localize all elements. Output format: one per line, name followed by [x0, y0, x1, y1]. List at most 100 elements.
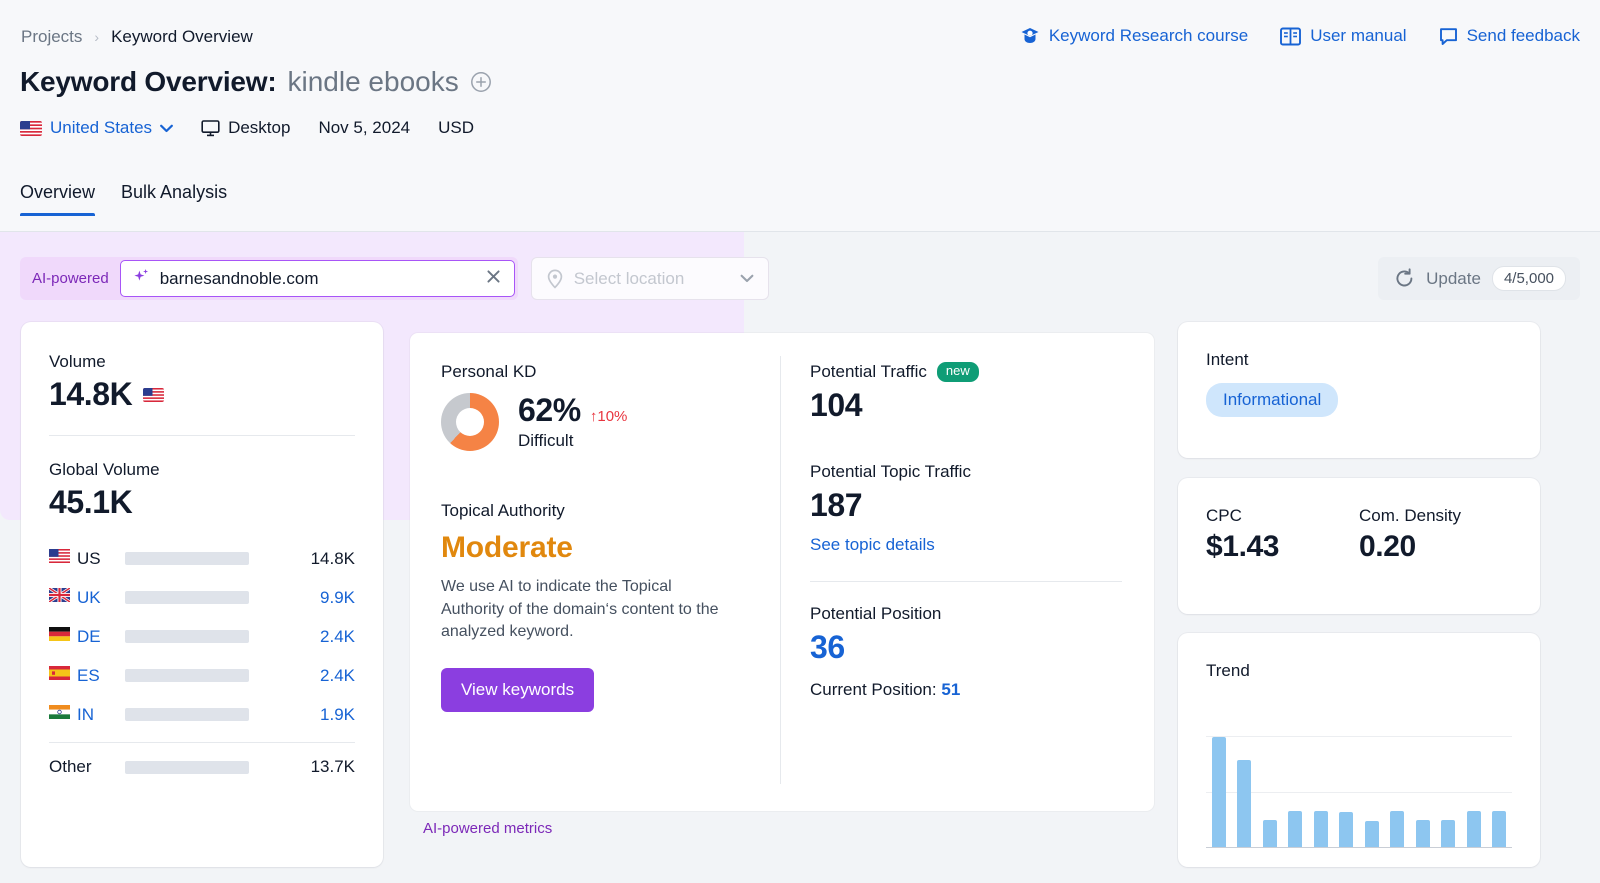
breadcrumb-projects[interactable]: Projects [21, 27, 82, 47]
domain-input[interactable]: barnesandnoble.com [119, 260, 515, 297]
keyword-research-course-label: Keyword Research course [1048, 26, 1249, 45]
volume-divider [49, 435, 355, 436]
potential-traffic-label-row: Potential Traffic new [810, 362, 1122, 382]
intent-badge[interactable]: Informational [1206, 383, 1339, 417]
monitor-icon [201, 119, 220, 136]
trend-bar-slot[interactable] [1359, 820, 1385, 847]
location-select[interactable]: Select location [530, 257, 769, 300]
com-density-value: 0.20 [1359, 530, 1416, 563]
country-code: IN [77, 704, 94, 724]
user-manual-link[interactable]: User manual [1280, 26, 1407, 46]
sparkle-icon [133, 268, 150, 290]
potential-position-value: 36 [810, 629, 845, 665]
trend-bar-slot[interactable] [1232, 760, 1258, 847]
table-row-other: Other 13.7K [49, 745, 355, 789]
density-block: Com. Density 0.20 [1359, 506, 1512, 564]
intent-card: Intent Informational [1178, 322, 1540, 458]
tab-bar: Overview Bulk Analysis [20, 182, 227, 216]
table-row[interactable]: ES 2.4K [49, 656, 355, 695]
plus-circle-icon[interactable] [470, 71, 492, 93]
cpc-block: CPC $1.43 [1206, 506, 1359, 564]
trend-bar-slot[interactable] [1308, 810, 1334, 847]
current-position-label: Current Position: [810, 680, 937, 699]
country-bar-track [125, 708, 249, 721]
trend-bar [1364, 820, 1379, 847]
in-flag-icon [49, 705, 77, 724]
ai-powered-metrics-footer: AI-powered metrics [423, 820, 553, 837]
volume-value-row: 14.8K [49, 376, 355, 413]
country-code: DE [77, 626, 101, 646]
de-flag-icon [49, 627, 77, 646]
trend-bar-slot[interactable] [1410, 819, 1436, 847]
currency-label: USD [438, 118, 475, 137]
trend-axis [1206, 847, 1512, 848]
country-value: 9.9K [320, 587, 355, 607]
trend-bar-slot[interactable] [1385, 810, 1411, 847]
trend-bar [1466, 810, 1481, 847]
trend-bar-slot[interactable] [1257, 819, 1283, 847]
meta-bar: United States Desktop Nov 5, 2024 USD [20, 118, 474, 138]
map-pin-icon [547, 269, 562, 289]
cpc-density-card: CPC $1.43 Com. Density 0.20 [1178, 478, 1540, 614]
trend-bar-slot[interactable] [1436, 819, 1462, 847]
close-icon[interactable] [485, 268, 502, 290]
table-row[interactable]: US 14.8K [49, 539, 355, 578]
personal-kd-section: Personal KD 62% ↑10% Difficult Topical A… [441, 362, 761, 713]
device-label: Desktop [228, 118, 291, 137]
global-volume-value: 45.1K [49, 484, 133, 520]
other-divider [49, 742, 355, 743]
trend-bar-slot[interactable] [1334, 811, 1360, 847]
personal-kd-label: Personal KD [441, 362, 537, 381]
page-title-keyword: kindle ebooks [287, 66, 459, 97]
other-label: Other [49, 757, 92, 776]
es-flag-icon [49, 666, 77, 685]
domain-input-value: barnesandnoble.com [159, 268, 319, 288]
chevron-down-icon [160, 124, 173, 132]
us-flag-icon [143, 387, 165, 402]
page-title-text: Keyword Overview: [20, 66, 277, 97]
potential-traffic-section: Potential Traffic new 104 Potential Topi… [810, 362, 1122, 700]
trend-bar-slot[interactable] [1487, 810, 1513, 847]
potential-position-label: Potential Position [810, 604, 942, 623]
intent-label: Intent [1206, 350, 1249, 369]
country-selector[interactable]: United States [20, 118, 173, 138]
keyword-research-course-link[interactable]: Keyword Research course [1020, 26, 1248, 46]
page-title: Keyword Overview: kindle ebooks [20, 66, 492, 98]
trend-bar-slot[interactable] [1461, 810, 1487, 847]
uk-flag-icon [48, 586, 77, 607]
user-manual-label: User manual [1310, 26, 1407, 45]
refresh-icon [1396, 268, 1413, 287]
current-position-row: Current Position: 51 [810, 680, 1122, 700]
potential-traffic-value: 104 [810, 387, 863, 423]
country-bar-track [125, 552, 249, 565]
trend-bar [1211, 737, 1226, 847]
country-value: 14.8K [310, 548, 355, 568]
country-value: 1.9K [320, 704, 355, 724]
potential-traffic-label: Potential Traffic [810, 362, 927, 381]
breadcrumb: Projects › Keyword Overview [21, 27, 253, 47]
cpc-value: $1.43 [1206, 530, 1280, 563]
trend-bar [1441, 819, 1456, 847]
tab-bulk-analysis[interactable]: Bulk Analysis [121, 182, 227, 216]
country-value: 2.4K [320, 626, 355, 646]
us-flag-icon [49, 549, 77, 568]
table-row[interactable]: DE 2.4K [49, 617, 355, 656]
send-feedback-link[interactable]: Send feedback [1439, 26, 1580, 46]
topical-authority-label: Topical Authority [441, 501, 565, 520]
speech-bubble-icon [1439, 27, 1457, 45]
trend-bar-slot[interactable] [1206, 737, 1232, 847]
table-row[interactable]: IN 1.9K [49, 695, 355, 734]
tab-overview[interactable]: Overview [20, 182, 96, 216]
trend-bar [1288, 810, 1303, 847]
see-topic-details-link[interactable]: See topic details [810, 535, 1122, 555]
country-bar-track [125, 630, 249, 643]
topical-authority-value: Moderate [441, 531, 573, 564]
update-button[interactable]: Update 4/5,000 [1378, 257, 1580, 300]
date-label: Nov 5, 2024 [318, 118, 411, 137]
table-row[interactable]: UK 9.9K [48, 578, 355, 617]
country-bar-track [125, 669, 249, 682]
view-keywords-button[interactable]: View keywords [441, 668, 595, 713]
trend-bar-slot[interactable] [1283, 810, 1309, 847]
update-credit-count: 4/5,000 [1491, 266, 1566, 291]
current-position-value: 51 [941, 680, 961, 699]
